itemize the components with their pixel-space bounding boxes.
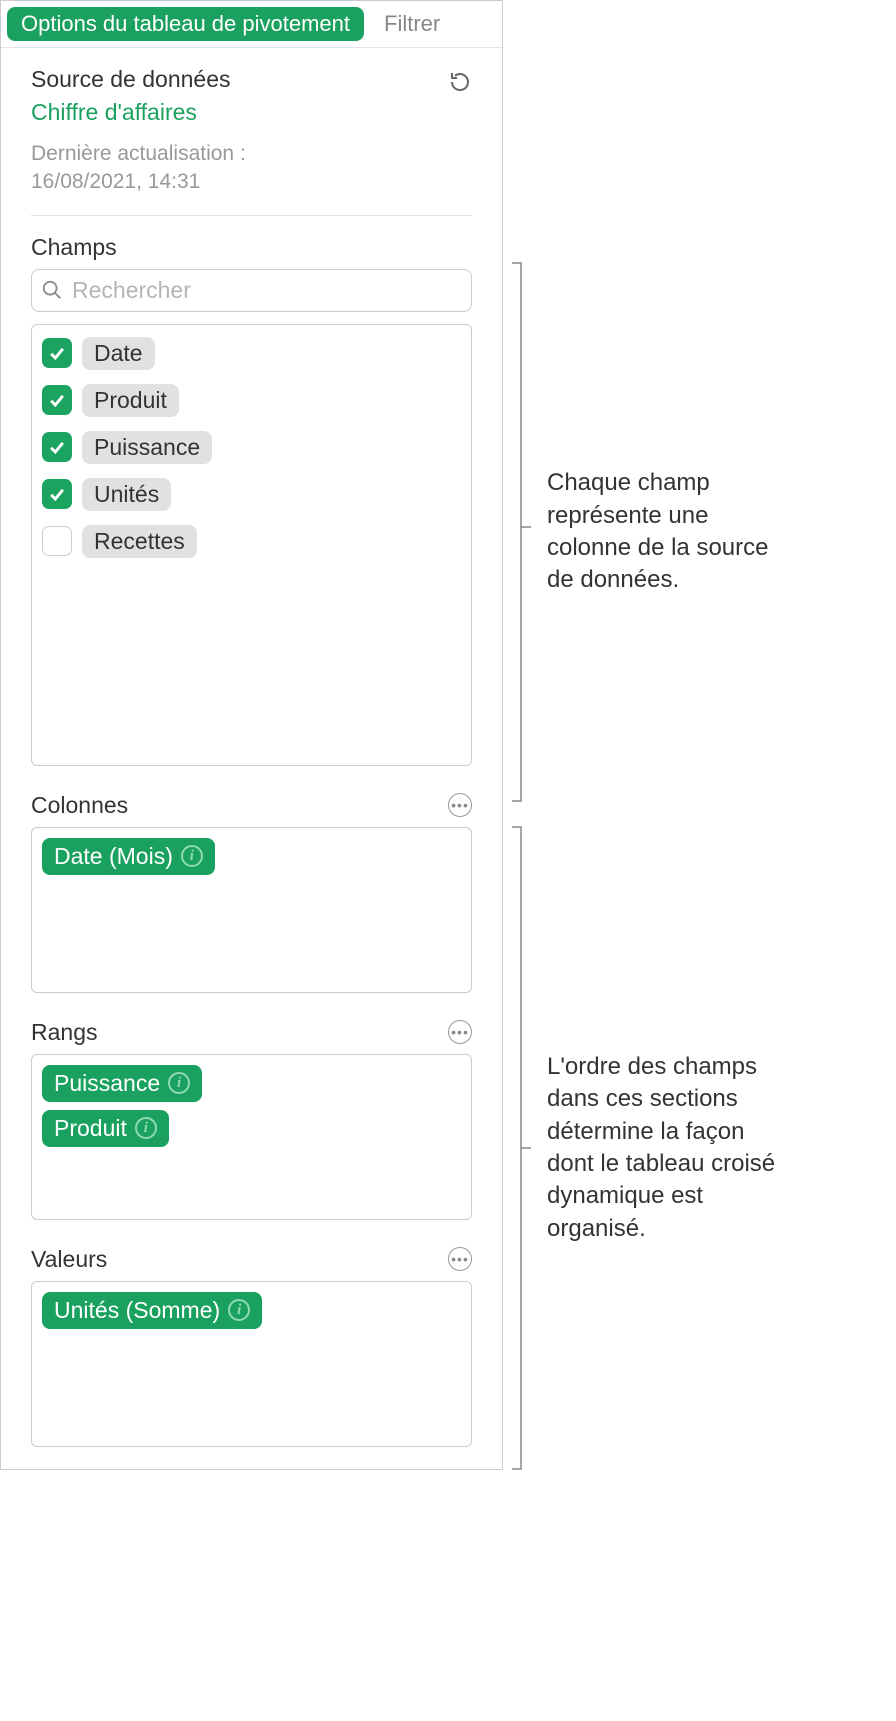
- annotation-sections: L'ordre des champs dans ces sections dét…: [533, 1051, 783, 1245]
- annotation-fields: Chaque champ représente une colonne de l…: [533, 467, 793, 597]
- checkbox[interactable]: [42, 479, 72, 509]
- more-icon[interactable]: •••: [448, 1247, 472, 1271]
- info-icon[interactable]: i: [135, 1117, 157, 1139]
- field-label[interactable]: Puissance: [82, 431, 212, 464]
- more-icon[interactable]: •••: [448, 1020, 472, 1044]
- value-field-pill[interactable]: Unités (Somme) i: [42, 1292, 262, 1329]
- bracket-icon: [511, 262, 533, 802]
- fields-title: Champs: [31, 234, 472, 261]
- pill-label: Puissance: [54, 1070, 160, 1097]
- rows-title: Rangs: [31, 1019, 97, 1046]
- field-item[interactable]: Unités: [42, 478, 461, 511]
- bracket-icon: [511, 826, 533, 1470]
- search-input[interactable]: [31, 269, 472, 312]
- row-field-pill[interactable]: Produit i: [42, 1110, 169, 1147]
- field-label[interactable]: Date: [82, 337, 155, 370]
- tab-filter[interactable]: Filtrer: [370, 7, 454, 41]
- divider: [31, 215, 472, 216]
- field-item[interactable]: Date: [42, 337, 461, 370]
- checkbox[interactable]: [42, 432, 72, 462]
- checkbox[interactable]: [42, 526, 72, 556]
- field-item[interactable]: Produit: [42, 384, 461, 417]
- search-icon: [41, 279, 63, 301]
- pill-label: Produit: [54, 1115, 127, 1142]
- more-icon[interactable]: •••: [448, 793, 472, 817]
- tab-pivot-options[interactable]: Options du tableau de pivotement: [7, 7, 364, 41]
- info-icon[interactable]: i: [168, 1072, 190, 1094]
- info-icon[interactable]: i: [181, 845, 203, 867]
- search-box: [31, 269, 472, 312]
- column-field-pill[interactable]: Date (Mois) i: [42, 838, 215, 875]
- values-box[interactable]: Unités (Somme) i: [31, 1281, 472, 1447]
- rows-box[interactable]: Puissance i Produit i: [31, 1054, 472, 1220]
- pill-label: Unités (Somme): [54, 1297, 220, 1324]
- columns-box[interactable]: Date (Mois) i: [31, 827, 472, 993]
- source-name[interactable]: Chiffre d'affaires: [31, 99, 472, 126]
- checkbox[interactable]: [42, 338, 72, 368]
- refresh-icon[interactable]: [448, 70, 472, 94]
- source-title: Source de données: [31, 66, 231, 93]
- pill-label: Date (Mois): [54, 843, 173, 870]
- field-label[interactable]: Produit: [82, 384, 179, 417]
- checkbox[interactable]: [42, 385, 72, 415]
- row-field-pill[interactable]: Puissance i: [42, 1065, 202, 1102]
- tab-bar: Options du tableau de pivotement Filtrer: [1, 1, 502, 48]
- field-label[interactable]: Recettes: [82, 525, 197, 558]
- info-icon[interactable]: i: [228, 1299, 250, 1321]
- field-label[interactable]: Unités: [82, 478, 171, 511]
- field-item[interactable]: Puissance: [42, 431, 461, 464]
- columns-title: Colonnes: [31, 792, 128, 819]
- fields-list: Date Produit Puissance: [31, 324, 472, 766]
- last-updated: Dernière actualisation : 16/08/2021, 14:…: [31, 140, 472, 197]
- pivot-options-panel: Options du tableau de pivotement Filtrer…: [0, 0, 503, 1470]
- values-title: Valeurs: [31, 1246, 107, 1273]
- field-item[interactable]: Recettes: [42, 525, 461, 558]
